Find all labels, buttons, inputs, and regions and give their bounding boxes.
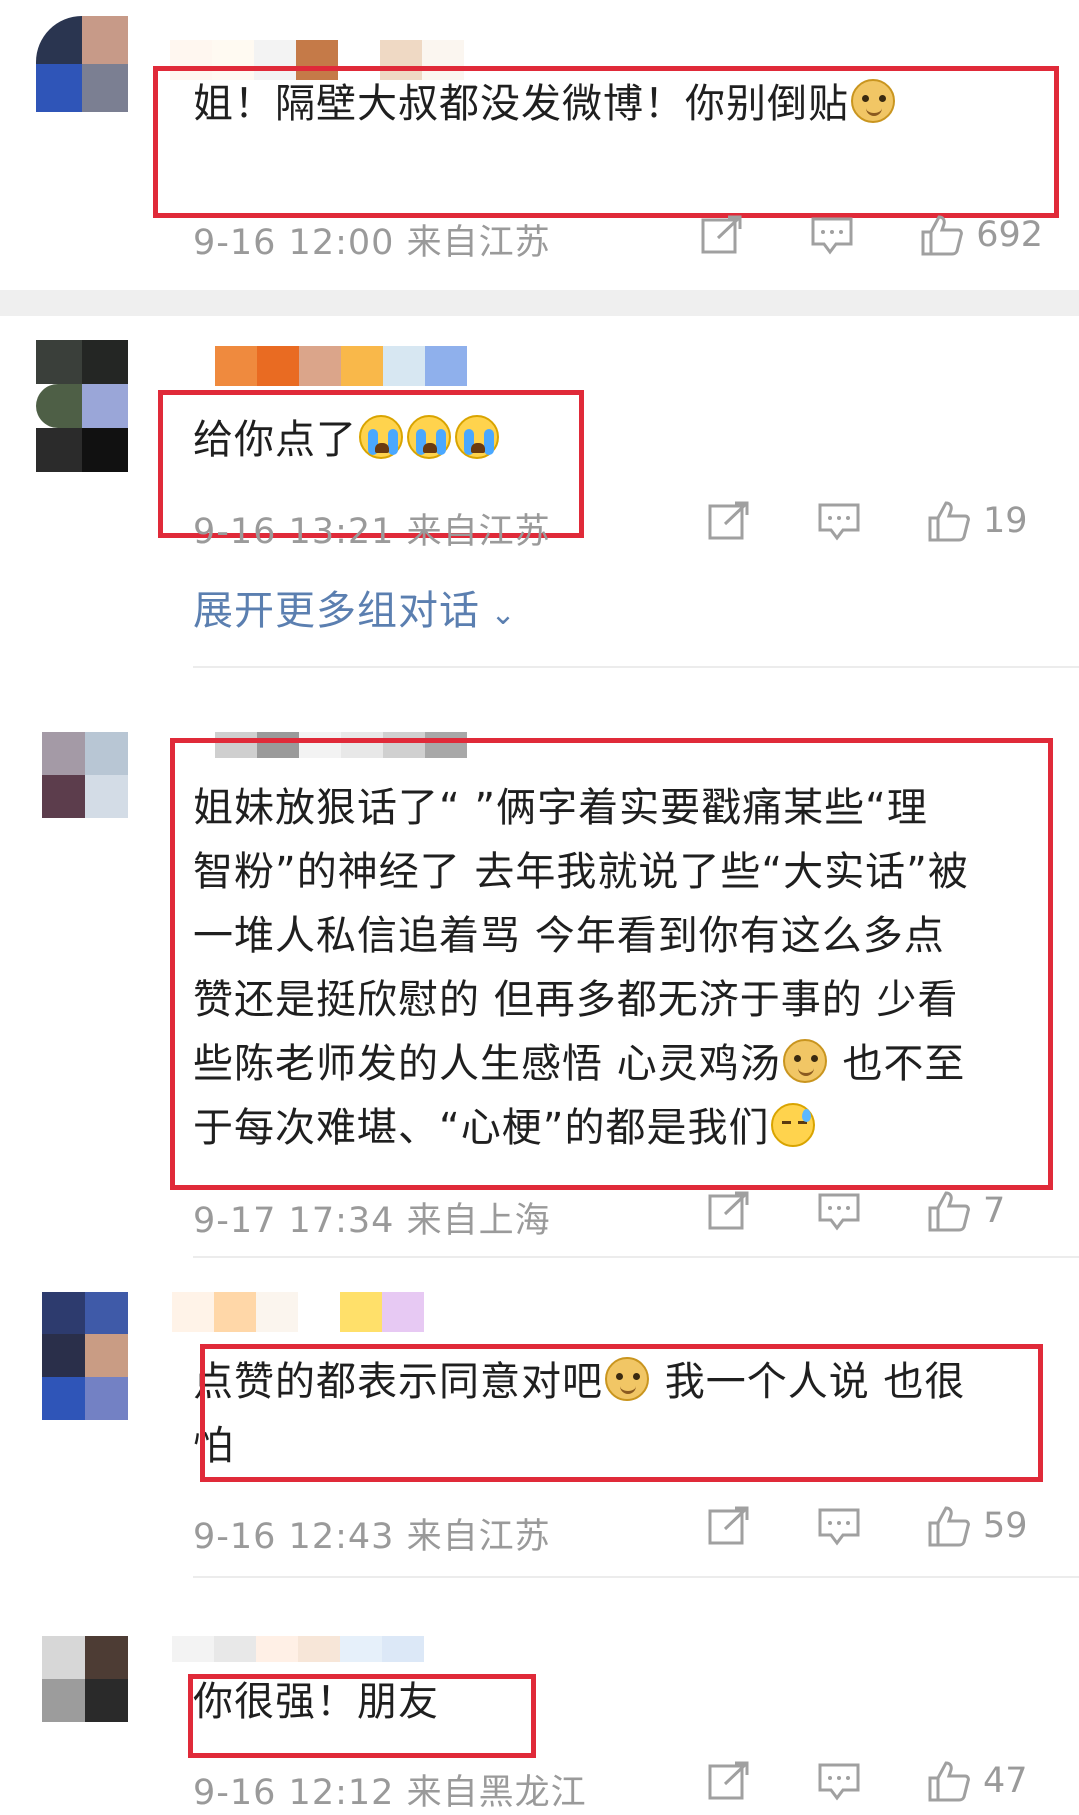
comment-location: 来自江苏 [406,1517,551,1557]
like-count: 59 [983,1506,1028,1546]
avatar[interactable] [36,16,128,112]
share-icon[interactable] [707,1760,751,1802]
comment-location: 来自江苏 [406,223,551,263]
crying-icon [455,415,499,459]
username-redacted[interactable] [172,1292,424,1332]
divider [193,666,1079,668]
comment-meta: 9-17 17:34 来自上海 [193,1192,551,1243]
username-redacted[interactable] [215,346,467,386]
expand-conversation-link[interactable]: 展开更多组对话 ⌄ [193,578,517,636]
comment-time: 9-16 12:12 [193,1773,395,1813]
thumbs-up-icon [921,215,964,256]
like-count: 47 [983,1761,1028,1801]
thumbs-up-icon [928,501,970,542]
doge-icon [851,79,895,123]
avatar[interactable] [42,732,128,818]
thumbs-up-icon [928,1191,970,1232]
like-count: 692 [976,215,1043,255]
divider [193,1256,1079,1258]
comment-icon[interactable] [817,1190,861,1232]
comment-text: 姐妹放狠话了“ ”俩字着实要戳痛某些“理 智粉”的神经了 去年我就说了些“大实话… [193,785,969,1151]
comment-actions: 59 [707,1505,1043,1547]
like-button[interactable]: 692 [920,214,1043,256]
like-count: 7 [983,1191,1006,1231]
comment-location: 来自黑龙江 [406,1773,587,1813]
like-button[interactable]: 59 [927,1505,1043,1547]
share-icon[interactable] [707,1190,751,1232]
crying-icon [407,415,451,459]
comment-meta: 9-16 12:12 来自黑龙江 [193,1764,587,1815]
comment-meta: 9-16 12:00 来自江苏 [193,214,551,265]
comment-icon[interactable] [810,214,854,256]
doge-icon [605,1357,649,1401]
comment-actions: 19 [707,500,1043,542]
like-button[interactable]: 19 [927,500,1043,542]
comment-icon[interactable] [817,1760,861,1802]
comment-icon[interactable] [817,500,861,542]
divider [193,1576,1079,1578]
avatar[interactable] [42,1636,128,1722]
avatar[interactable] [42,1292,128,1420]
comment-text: 给你点了 [193,408,501,472]
share-icon[interactable] [707,500,751,542]
share-icon[interactable] [707,1505,751,1547]
comment-location: 来自江苏 [406,512,551,552]
sweat-icon [771,1103,816,1147]
like-count: 19 [983,501,1028,541]
comment-meta: 9-16 13:21 来自江苏 [193,503,551,554]
crying-icon [359,415,403,459]
comment-icon[interactable] [817,1505,861,1547]
comment-text: 你很强！朋友 [193,1679,439,1725]
like-button[interactable]: 7 [927,1190,1043,1232]
section-separator [0,290,1079,316]
comment-text: 点赞的都表示同意对吧 我一个人说 也很 怕 [193,1357,966,1469]
thumbs-up-icon [928,1506,970,1547]
comment-actions: 47 [707,1760,1043,1802]
like-button[interactable]: 47 [927,1760,1043,1802]
doge-icon [782,1039,827,1083]
comment-meta: 9-16 12:43 来自江苏 [193,1508,551,1559]
comment-time: 9-17 17:34 [193,1201,395,1241]
comment-text: 姐！隔壁大叔都没发微博！你别倒贴 [193,72,897,136]
comment-time: 9-16 12:43 [193,1517,395,1557]
username-redacted[interactable] [215,732,467,758]
thumbs-up-icon [928,1761,970,1802]
chevron-down-icon: ⌄ [480,597,517,632]
comment-actions: 692 [700,214,1043,256]
comment-time: 9-16 12:00 [193,223,395,263]
share-icon[interactable] [700,214,744,256]
username-redacted[interactable] [172,1636,424,1662]
avatar[interactable] [36,340,128,472]
comment-time: 9-16 13:21 [193,512,395,552]
comment-location: 来自上海 [406,1201,551,1241]
comment-actions: 7 [707,1190,1043,1232]
